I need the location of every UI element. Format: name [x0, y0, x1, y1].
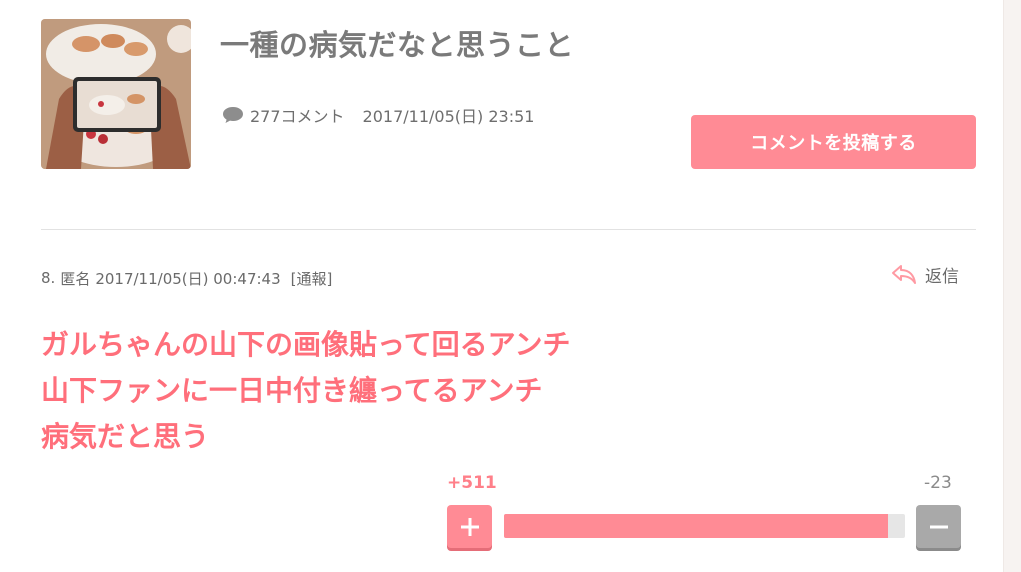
divider — [41, 229, 976, 230]
comment-line: 山下ファンに一日中付き纏ってるアンチ — [41, 374, 543, 407]
comment-header: 8. 匿名 2017/11/05(日) 00:47:43 [通報] — [41, 267, 337, 289]
page-title: 一種の病気だなと思うこと — [220, 28, 575, 62]
plus-vote-count: +511 — [447, 473, 497, 493]
reply-button[interactable]: 返信 — [891, 261, 959, 287]
vote-ratio-fill — [504, 514, 888, 538]
plus-vote-button[interactable] — [447, 505, 492, 548]
comment-author: 匿名 — [60, 269, 91, 288]
report-link[interactable]: [通報] — [291, 268, 333, 289]
reply-arrow-icon — [892, 265, 916, 284]
right-scroll-rail — [1003, 0, 1021, 572]
comment-line: 病気だと思う — [41, 420, 210, 453]
post-meta: 277コメント 2017/11/05(日) 23:51 — [222, 104, 534, 126]
photo-thumbnail-icon[interactable] — [41, 19, 191, 169]
comment-line: ガルちゃんの山下の画像貼って回るアンチ — [41, 328, 571, 361]
comment-number[interactable]: 8. — [41, 269, 55, 287]
plus-icon — [460, 517, 479, 536]
comment-timestamp: 2017/11/05(日) 00:47:43 — [95, 269, 281, 288]
minus-vote-button[interactable] — [916, 505, 961, 548]
comment-body: ガルちゃんの山下の画像貼って回るアンチ 山下ファンに一日中付き纏ってるアンチ 病… — [41, 322, 681, 460]
minus-icon — [929, 525, 948, 528]
minus-vote-count: -23 — [924, 473, 952, 493]
post-comment-button[interactable]: コメントを投稿する — [691, 115, 976, 169]
reply-label: 返信 — [925, 266, 959, 287]
comment-count[interactable]: 277コメント — [250, 103, 345, 127]
speech-bubble-icon — [223, 107, 243, 123]
post-date: 2017/11/05(日) 23:51 — [362, 107, 535, 126]
vote-ratio-bar — [504, 514, 905, 538]
